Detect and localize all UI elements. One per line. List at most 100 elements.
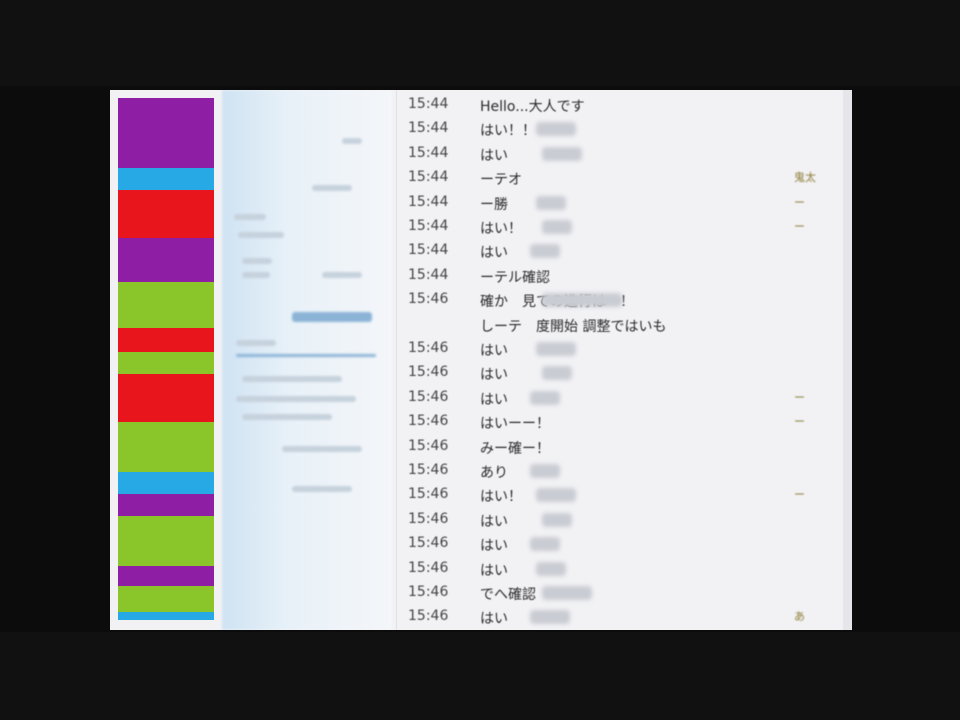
margin-mark: ー: [794, 390, 805, 404]
strip-band: [118, 328, 214, 352]
chat-message: しーテ 度開始 調整ではいも: [480, 318, 667, 335]
redaction-smudge: [530, 537, 560, 552]
chat-time: 15:44: [408, 120, 449, 137]
redaction-smudge: [536, 195, 566, 210]
strip-band: [118, 374, 214, 422]
margin-mark: ー: [794, 488, 805, 502]
chat-row: 15:46 でへ確認: [400, 582, 800, 604]
chat-message: ーテル確認: [480, 269, 550, 286]
chat-row: しーテ 度開始 調整ではいも: [400, 314, 800, 336]
chat-message: Hello...大人です: [480, 99, 585, 115]
margin-mark: ー: [794, 220, 805, 233]
sidebar-pane: [222, 90, 392, 630]
redaction-smudge: [542, 366, 572, 381]
chat-message: ーテオ: [480, 172, 522, 189]
chat-message: でへ確認: [480, 587, 536, 603]
chat-message: はい！！: [480, 123, 536, 140]
chat-message: あり: [480, 465, 508, 481]
redaction-smudge: [530, 464, 560, 478]
strip-band: [118, 168, 214, 190]
chat-time: 15:46: [408, 413, 449, 430]
chat-message: はい: [480, 343, 508, 359]
chat-row: 15:44 はい！: [400, 216, 800, 238]
chat-message: はいーー！: [480, 416, 550, 433]
redaction-smudge: [530, 244, 560, 259]
chat-message: はい！: [480, 221, 522, 237]
strip-band: [118, 494, 214, 516]
chat-row: 15:44 ーテル確認: [400, 265, 800, 287]
chat-row: 15:46 はい: [400, 606, 800, 628]
strip-band: [118, 352, 214, 374]
chat-row: 15:46 はい: [400, 509, 800, 531]
chat-log: 15:44 Hello...大人です 15:44 はい！！ 15:44 はい 15:44 ーテ…: [400, 94, 790, 630]
margin-mark: あ: [794, 610, 805, 624]
chat-row: 15:44 はい: [400, 240, 800, 262]
chat-time: 15:46: [408, 437, 449, 454]
redaction-smudge: [536, 122, 576, 137]
screen-capture: 15:44 Hello...大人です 15:44 はい！！ 15:44 はい 15:44 ーテ…: [110, 90, 852, 630]
chat-time: 15:46: [408, 364, 449, 381]
strip-band: [118, 472, 214, 494]
chat-row: 15:46確か 見ての進行は一！: [400, 289, 800, 311]
chat-time: 15:46: [408, 340, 449, 356]
color-strip: [118, 98, 214, 630]
chat-time: 15:46: [408, 559, 449, 576]
chat-time: 15:46: [408, 291, 449, 308]
redaction-smudge: [536, 561, 566, 576]
chat-time: 15:44: [408, 242, 449, 259]
chat-message: はい: [480, 562, 508, 579]
letterbox-bottom: [0, 632, 960, 720]
chat-row: 15:46 みー確ー！: [400, 436, 800, 458]
redaction-smudge: [536, 488, 576, 503]
strip-band: [118, 98, 214, 168]
strip-band: [118, 190, 214, 238]
chat-row: 15:44 はい！！: [400, 118, 800, 140]
chat-message: はい: [480, 513, 508, 530]
chat-time: 15:46: [408, 535, 449, 552]
chat-message: ー勝: [480, 196, 508, 213]
redaction-smudge: [542, 293, 622, 308]
strip-band: [118, 612, 214, 620]
margin-mark: 鬼太: [794, 171, 816, 185]
chat-time: 15:44: [408, 169, 449, 186]
chat-row: 15:44 ー勝: [400, 192, 800, 214]
margin-mark: ー: [794, 415, 805, 429]
chat-message: はい: [480, 611, 508, 628]
chat-row: 15:46 あり: [400, 460, 800, 482]
chat-row: 15:46 はい: [400, 362, 800, 384]
chat-row: 15:44 はい: [400, 143, 800, 165]
letterbox-top: [0, 0, 960, 86]
chat-time: 15:44: [408, 193, 449, 210]
redaction-smudge: [536, 342, 576, 356]
chat-row: 15:46 はい: [400, 558, 800, 580]
chat-time: 15:46: [408, 462, 449, 478]
redaction-smudge: [542, 220, 572, 234]
chat-message: はい: [480, 538, 508, 555]
margin-mark: ー: [794, 195, 805, 209]
chat-message: はい: [480, 245, 508, 262]
chat-time: 15:46: [408, 388, 449, 405]
redaction-smudge: [542, 586, 592, 600]
chat-row: 15:44 ーテオ: [400, 167, 800, 189]
chat-time: 15:46: [408, 608, 449, 625]
redaction-smudge: [530, 610, 570, 625]
chat-row: 15:46 はいーー！: [400, 411, 800, 433]
chat-row: 15:46 はい: [400, 387, 800, 409]
redaction-smudge: [542, 512, 572, 527]
chat-time: 15:46: [408, 510, 449, 527]
scrollbar[interactable]: [843, 90, 852, 630]
chat-time: 15:46: [408, 584, 449, 600]
chat-time: 15:46: [408, 486, 449, 503]
chat-message: みー確ー！: [480, 440, 550, 457]
strip-band: [118, 586, 214, 612]
chat-message: はい: [480, 147, 508, 164]
chat-row: 15:46 はい: [400, 533, 800, 555]
chat-row: 15:44 Hello...大人です: [400, 94, 800, 116]
strip-band: [118, 238, 214, 282]
chat-time: 15:44: [408, 218, 449, 234]
chat-message: はい！: [480, 489, 522, 506]
chat-time: 15:44: [408, 96, 449, 112]
strip-band: [118, 282, 214, 328]
chat-row: 15:46 はい: [400, 338, 800, 360]
strip-band: [118, 422, 214, 472]
